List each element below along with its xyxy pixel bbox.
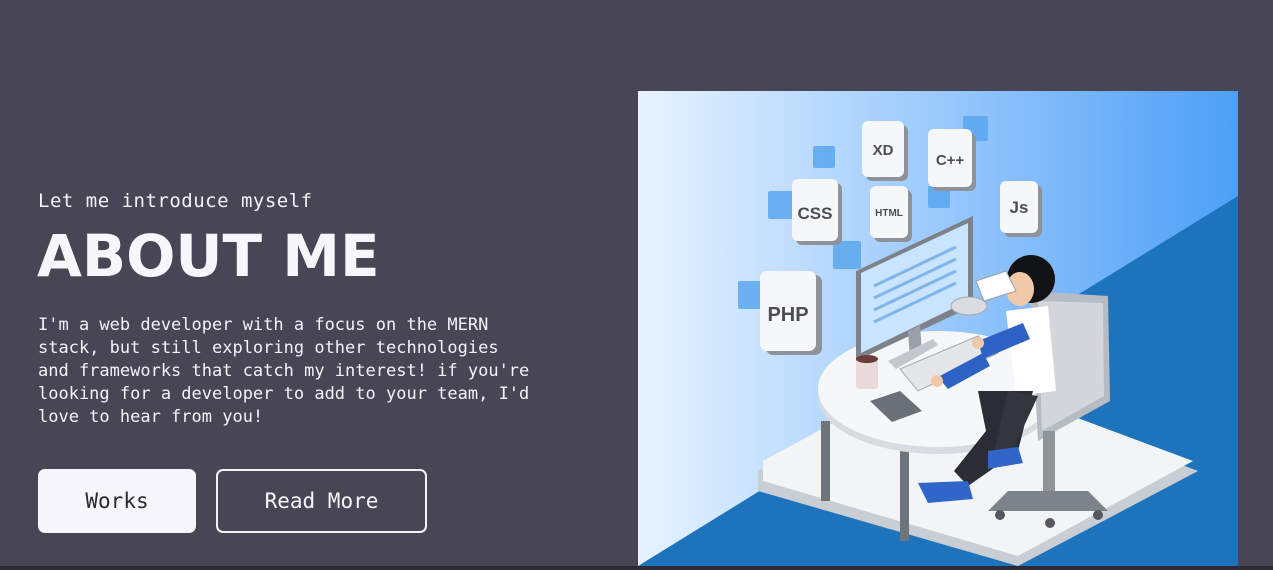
bottom-divider: [0, 566, 1273, 570]
page-title: ABOUT ME: [37, 222, 380, 290]
tile-cpp: C++: [928, 129, 976, 191]
developer-illustration: CSS XD C++ HTML Js PHP: [638, 91, 1238, 566]
works-button[interactable]: Works: [38, 469, 196, 533]
tile-js-label: Js: [1010, 198, 1029, 217]
bio-paragraph: I'm a web developer with a focus on the …: [38, 315, 530, 427]
tile-xd: XD: [862, 121, 908, 181]
tile-js: Js: [1000, 181, 1042, 237]
tile-html: HTML: [870, 186, 912, 242]
tile-xd-label: XD: [873, 142, 894, 159]
mug: [856, 359, 878, 389]
tile-cpp-label: C++: [936, 152, 965, 169]
tile-css-label: CSS: [798, 204, 833, 223]
tile-php-label: PHP: [767, 304, 808, 326]
intro-subtitle: Let me introduce myself: [38, 190, 313, 212]
tile-html-label: HTML: [875, 208, 903, 219]
tile-css: CSS: [792, 179, 842, 245]
tile-php: PHP: [760, 271, 822, 355]
read-more-button[interactable]: Read More: [216, 469, 427, 533]
top-navigation: [0, 0, 1273, 6]
